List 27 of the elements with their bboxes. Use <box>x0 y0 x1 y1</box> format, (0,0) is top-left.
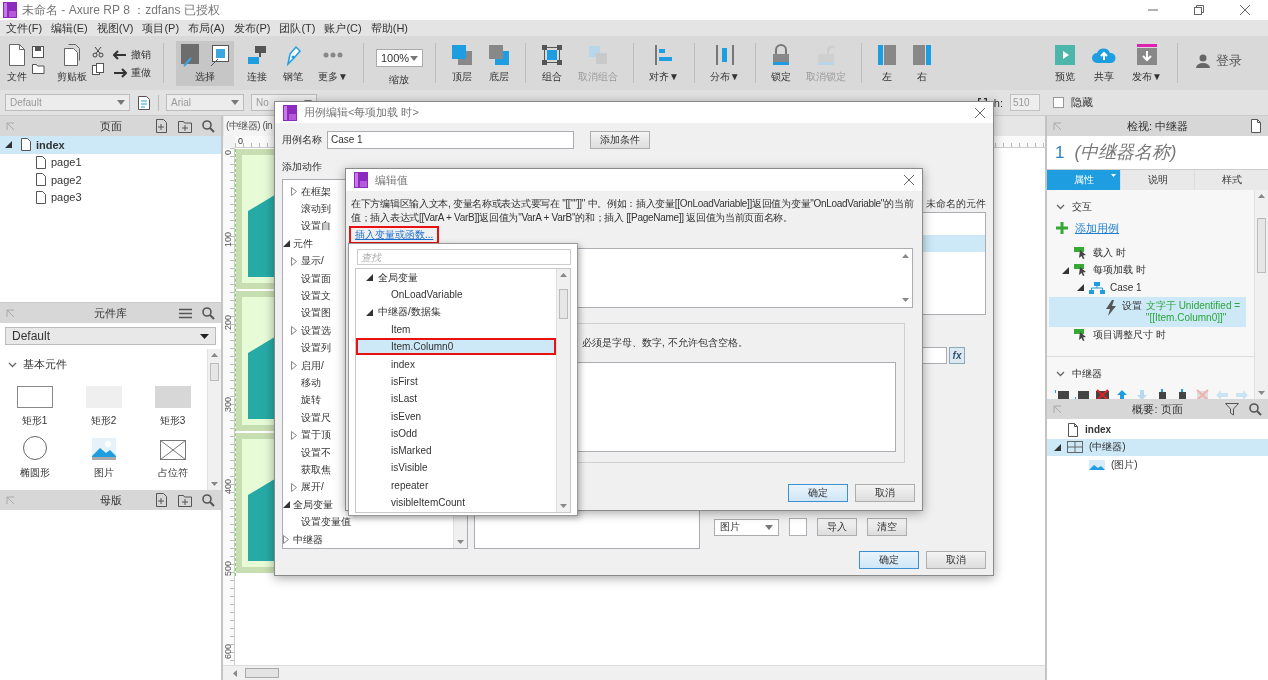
ruler-label: 0 <box>223 150 233 155</box>
dialog-title: 编辑值 <box>375 172 408 188</box>
ruler-label: 500 <box>223 561 233 577</box>
dialog-title: 用例编辑<每项加载 时> <box>304 105 419 120</box>
ruler-label: 100 <box>223 232 233 248</box>
window-title: 未命名 - Axure RP 8 ：zdfans 已授权 <box>22 1 220 19</box>
ruler-label: 300 <box>223 396 233 412</box>
ruler-label: 600 <box>223 643 233 659</box>
zoom-label: 缩放 <box>389 73 410 87</box>
panel-title: 概要: 页面 <box>1132 401 1183 417</box>
panel-title: 元件库 <box>94 305 127 321</box>
panel-title: 母版 <box>99 492 122 508</box>
instructions-text: 在下方编辑区输入文本, 变量名称或表达式要写在 "[[""]]" 中。例如：插入变量[[OnLoadVariable]]返回值为变量"OnLoadVariable"的当前值；插入表达式[[VarA + VarB]]返回值为"VarA + VarB"的和；插入 [[PageName]] 返回值为当前页面名称。 <box>351 197 915 225</box>
action-verb: 设置 <box>1121 299 1142 313</box>
widget-number: 1 <box>1055 142 1065 163</box>
panel-title: 页面 <box>99 118 122 134</box>
ruler-label: 200 <box>223 314 233 330</box>
option-label: 未命名的元件 <box>926 197 986 211</box>
ruler-label: 400 <box>223 479 233 495</box>
height-label: h: <box>993 96 1003 109</box>
panel-title: 检视: 中继器 <box>1126 118 1189 134</box>
case-name-label: 用例名称 <box>282 133 322 147</box>
column-heading: 添加动作 <box>282 160 323 172</box>
hint-text: 必须是字母、数字, 不允许包含空格。 <box>582 336 748 350</box>
action-detail: 文字于 Unidentified = "[[Item.Column0]]" <box>1145 299 1242 324</box>
ruler-label: 0 <box>238 136 243 147</box>
checkbox-label: 隐藏 <box>1071 95 1093 110</box>
